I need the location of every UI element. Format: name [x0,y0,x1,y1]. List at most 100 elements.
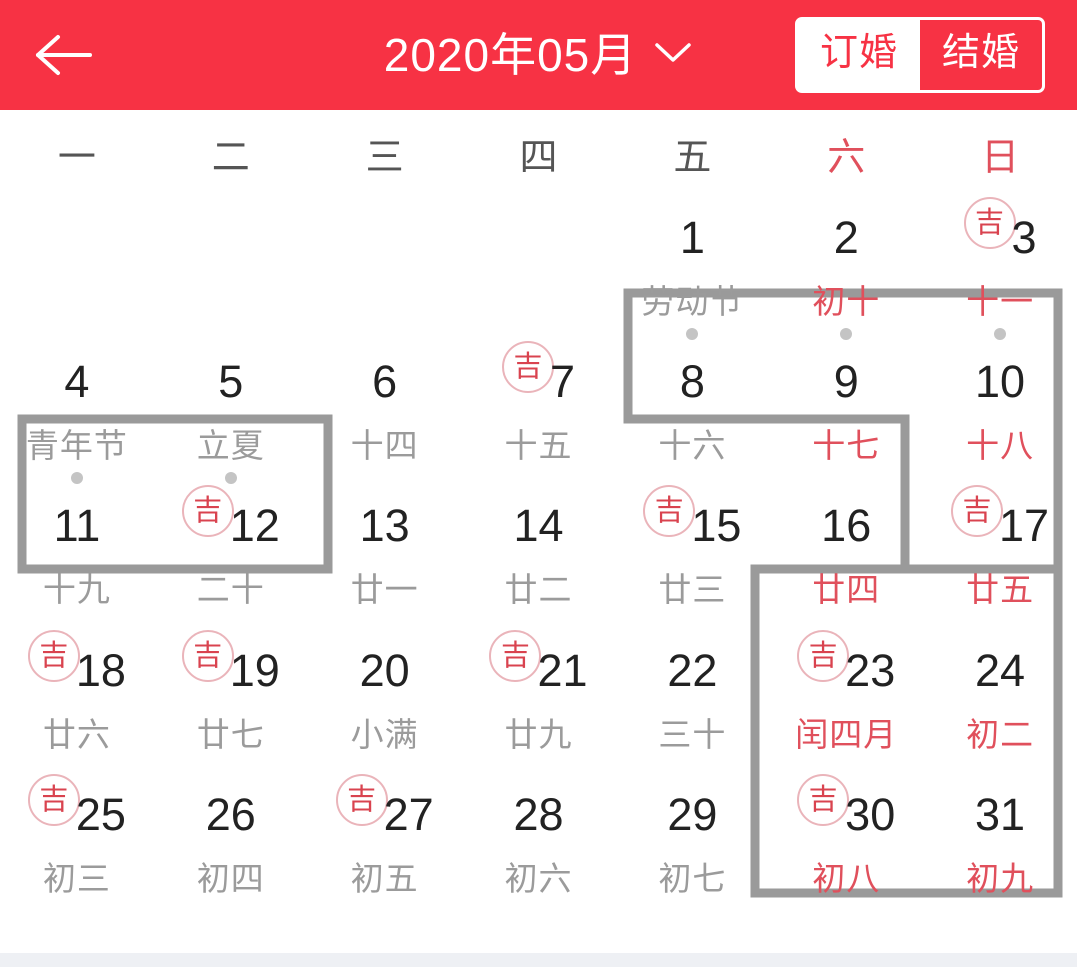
day-cell-13[interactable]: 吉 13 廿一 [308,494,462,638]
back-button[interactable] [28,20,98,90]
day-number: 19 [229,644,280,696]
day-number: 15 [691,500,742,552]
day-number: 31 [975,789,1026,841]
day-cell-12[interactable]: 吉 12 二十 [154,485,308,638]
day-number-row: 吉 23 [797,629,896,704]
day-cell-empty [308,205,462,349]
day-cell-18[interactable]: 吉 18 廿六 [0,629,154,782]
day-sublabel: 廿九 [504,715,573,753]
day-sublabel: 廿七 [196,715,265,753]
day-sublabel: 闰四月 [795,715,898,753]
day-cell-1[interactable]: 吉 1 劳动节 [615,205,769,349]
day-sublabel: 十八 [966,427,1035,465]
day-cell-23[interactable]: 吉 23 闰四月 [769,629,923,782]
day-cell-14[interactable]: 吉 14 廿二 [462,494,616,638]
month-selector[interactable]: 2020年05月 [384,32,694,78]
auspicious-badge: 吉 [643,485,696,538]
page-title: 2020年05月 [383,29,638,81]
day-number: 21 [537,644,588,696]
day-number: 27 [383,789,434,841]
weekday-mon: 一 [57,136,96,179]
calendar-body: 吉 1 劳动节 吉 2 初十 吉 3 十一 吉 4 [0,196,1077,927]
day-sublabel: 廿五 [966,571,1035,609]
day-cell-31[interactable]: 吉 31 初九 [923,783,1077,927]
day-sublabel: 廿一 [350,571,419,609]
day-cell-27[interactable]: 吉 27 初五 [308,774,462,927]
day-number-row: 吉 13 [360,503,410,559]
day-cell-29[interactable]: 吉 29 初七 [615,783,769,927]
day-number: 26 [205,789,256,841]
day-cell-2[interactable]: 吉 2 初十 [769,205,923,349]
day-number: 2 [833,211,859,263]
day-number: 30 [845,789,896,841]
back-arrow-icon [32,31,94,79]
day-number-row: 吉 28 [513,792,563,848]
day-number-row: 吉 8 [680,359,705,415]
day-cell-7[interactable]: 吉 7 十五 [462,341,616,493]
day-number-row: 吉 1 [680,215,705,271]
day-cell-16[interactable]: 吉 16 廿四 [769,494,923,638]
day-sublabel: 十七 [812,427,881,465]
day-cell-6[interactable]: 吉 6 十四 [308,349,462,493]
day-cell-17[interactable]: 吉 17 廿五 [923,485,1077,638]
day-sublabel: 初六 [504,860,573,898]
day-sublabel: 廿四 [812,571,881,609]
weekday-header-row: 一 二 三 四 五 六 日 [0,110,1077,205]
weekday-wed: 三 [365,136,404,179]
day-number: 23 [845,644,896,696]
day-cell-11[interactable]: 吉 11 十九 [0,494,154,638]
day-cell-3[interactable]: 吉 3 十一 [923,196,1077,349]
day-number: 28 [513,789,564,841]
toggle-option-wedding[interactable]: 结婚 [919,20,1042,90]
day-cell-5[interactable]: 吉 5 立夏 [154,349,308,493]
auspicious-badge: 吉 [797,629,850,682]
day-number-row: 吉 24 [975,648,1025,704]
day-number: 10 [975,356,1026,408]
bottom-strip [0,953,1077,967]
day-number-row: 吉 17 [951,485,1049,559]
day-cell-empty [462,205,616,349]
day-number: 11 [53,500,101,552]
day-cell-28[interactable]: 吉 28 初六 [462,783,616,927]
weekday-thu: 四 [519,136,558,179]
day-cell-22[interactable]: 吉 22 三十 [615,638,769,782]
auspicious-badge: 吉 [951,485,1004,538]
day-number-row: 吉 14 [513,503,563,559]
day-cell-10[interactable]: 吉 10 十八 [923,349,1077,493]
event-type-toggle: 订婚 结婚 [794,17,1045,93]
day-cell-30[interactable]: 吉 30 初八 [769,774,923,927]
day-number: 8 [679,356,705,408]
toggle-option-engagement[interactable]: 订婚 [797,20,920,90]
event-dot [994,327,1007,340]
day-sublabel: 初八 [812,860,881,898]
chevron-down-icon [653,40,693,71]
day-sublabel: 廿六 [42,715,111,753]
day-cell-4[interactable]: 吉 4 青年节 [0,349,154,493]
day-number: 9 [833,356,859,408]
day-cell-19[interactable]: 吉 19 廿七 [154,629,308,782]
day-cell-8[interactable]: 吉 8 十六 [615,349,769,493]
day-sublabel: 立夏 [196,427,265,465]
day-cell-20[interactable]: 吉 20 小满 [308,638,462,782]
day-number: 3 [1011,211,1037,263]
day-cell-25[interactable]: 吉 25 初三 [0,774,154,927]
day-number-row: 吉 25 [27,774,126,848]
day-sublabel: 十九 [42,571,111,609]
day-number: 4 [64,356,90,408]
day-cell-21[interactable]: 吉 21 廿九 [462,629,616,782]
day-cell-15[interactable]: 吉 15 廿三 [615,485,769,638]
day-number-row: 吉 18 [27,629,126,704]
day-cell-9[interactable]: 吉 9 十七 [769,349,923,493]
day-number-row: 吉 26 [206,792,256,848]
day-number: 29 [667,789,718,841]
day-number-row: 吉 29 [667,792,717,848]
day-number-row: 吉 6 [372,359,397,415]
day-number: 5 [218,356,244,408]
day-sublabel: 十五 [504,427,573,465]
day-sublabel: 初三 [42,860,111,898]
day-cell-24[interactable]: 吉 24 初二 [923,638,1077,782]
day-number-row: 吉 27 [335,774,434,848]
day-number: 24 [975,644,1026,696]
day-cell-empty [154,205,308,349]
day-cell-26[interactable]: 吉 26 初四 [154,783,308,927]
